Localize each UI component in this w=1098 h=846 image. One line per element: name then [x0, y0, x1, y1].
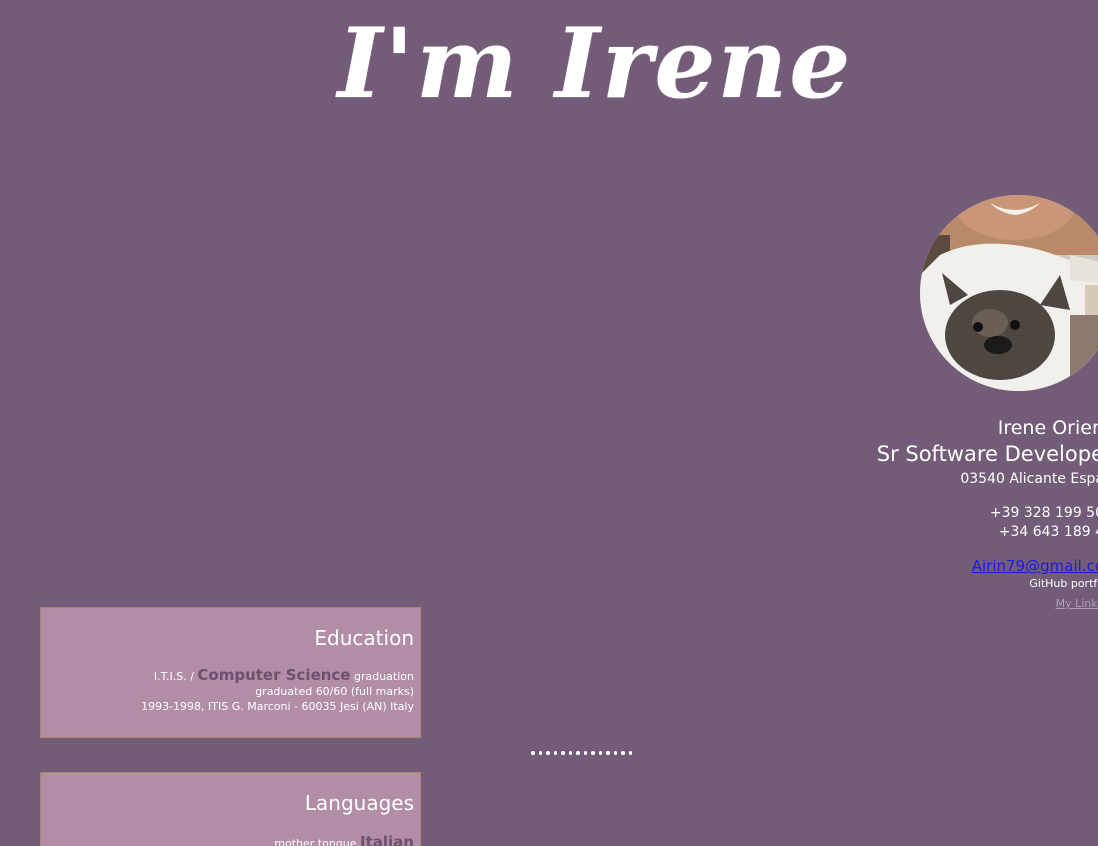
education-grade: graduated 60/60 (full marks)	[255, 685, 414, 698]
languages-heading: Languages	[304, 791, 414, 815]
avatar	[920, 195, 1098, 391]
education-period-place: 1993-1998, ITIS G. Marconi - 60035 Jesi …	[141, 700, 414, 713]
education-details: I.T.I.S. / Computer Science graduation g…	[51, 668, 414, 714]
avatar-photo	[920, 195, 1098, 391]
profile-address: 03540 Alicante Espa	[960, 471, 1098, 487]
phone-italy: +39 328 199 50	[989, 505, 1098, 521]
profile-role: Sr Software Develope	[876, 442, 1098, 466]
email-link[interactable]: Airin79@gmail.co	[972, 556, 1098, 576]
education-card: Education I.T.I.S. / Computer Science gr…	[40, 607, 421, 738]
languages-card: Languages mother tongue Italian	[40, 772, 421, 846]
school-prefix: I.T.I.S. /	[153, 670, 194, 683]
mother-tongue-label: mother tongue	[274, 837, 357, 846]
profile-block: Irene Orien Sr Software Develope 03540 A…	[784, 416, 1098, 613]
languages-details: mother tongue Italian	[51, 835, 414, 846]
education-degree-line: I.T.I.S. / Computer Science graduation	[51, 668, 414, 684]
section-separator	[531, 751, 632, 755]
education-heading: Education	[314, 626, 414, 650]
page: I'm Irene Irene Orien Sr Software Develo…	[0, 0, 1098, 846]
phone-spain: +34 643 189 4	[998, 524, 1098, 540]
linkedin-link[interactable]: My Linke	[1056, 595, 1098, 613]
hero-title: I'm Irene	[337, 6, 853, 120]
profile-name: Irene Orien	[997, 417, 1098, 439]
mother-tongue-value: Italian	[360, 833, 414, 846]
github-portfolio-label: GitHub portfo	[1029, 577, 1098, 590]
mother-tongue-line: mother tongue Italian	[51, 835, 414, 846]
degree-suffix: graduation	[353, 670, 414, 683]
degree-name: Computer Science	[197, 666, 351, 684]
